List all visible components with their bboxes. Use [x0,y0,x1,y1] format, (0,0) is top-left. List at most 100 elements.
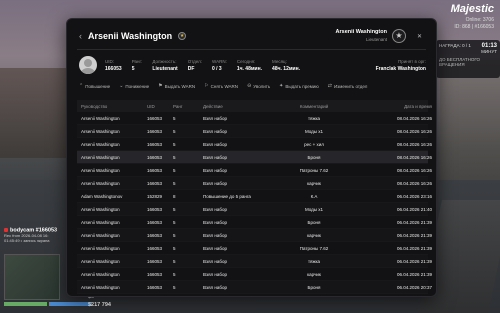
cell-leader: Arsenii Washington [81,245,120,251]
online-count: Online: 3706 [465,17,494,23]
cell-leader: Arsenii Washington [81,232,120,238]
cell-datetime: 08.04.2026 16:26 [396,115,432,121]
health-bar [4,302,47,306]
chevron-left-icon[interactable]: ‹ [79,31,82,41]
cell-rank: 5 [173,128,176,134]
cell-rank: 5 [173,141,176,147]
cell-comment: тяжка [307,115,321,121]
cell-uid: 166053 [147,128,163,134]
field-uid: UID: 166053 [105,58,122,72]
cell-rank: 5 [173,154,176,160]
table-row[interactable]: Arsenii Washington 166053 5 Взял набор карчи… [77,268,432,281]
table-row[interactable]: Arsenii Washington 166053 5 Взял набор Патро… [77,242,432,255]
cell-datetime: 06.04.2026 21:39 [396,219,432,225]
table-row[interactable]: Arsenii Washington 166053 5 Взял набор Моды … [77,125,432,138]
col-uid: UID [147,103,155,109]
table-row[interactable]: Arsenii Washington 166053 5 Взял набор Броня… [77,216,432,229]
current-user-name: Arsenii Washington [335,29,387,35]
cell-uid: 166053 [147,206,163,212]
cell-datetime: 08.04.2026 16:26 [396,154,432,160]
online-info: Online: 3706 ID: 868 | #166053 [454,17,494,31]
player-id: ID: 868 | #166053 [454,24,494,30]
background-building [0,68,70,158]
cell-leader: Arsenii Washington [81,219,120,225]
cell-action: Взял набор [203,154,227,160]
cell-comment: К.А [310,193,318,199]
award-label: НАГРАДА: 0 / 1 [439,43,471,48]
close-icon[interactable]: ✕ [417,33,422,40]
cell-comment: карчик [307,271,321,277]
table-row[interactable]: Arsenii Washington 166053 5 Взял набор Броня… [77,151,432,164]
cell-action: Взял набор [203,180,227,186]
remove-warn-button[interactable]: ⚐ Снять WARN [204,83,238,89]
action-log-table: Руководство UID Ранг Действие Комментари… [77,100,432,294]
cell-uid: 166053 [147,232,163,238]
table-row[interactable]: Adam Washingtonov 152829 8 Повышение до 5 р… [77,190,432,203]
change-department-button[interactable]: ⇄ Изменить отдел [328,83,368,89]
warn-icon: ⚑ [158,83,163,89]
cell-comment: Броня [307,219,321,225]
action-bar: ⌃ Повышение ⌄ Понижение ⚑ Выдать WARN ⚐ Снят… [79,83,367,89]
table-row[interactable]: Arsenii Washington 166053 5 Взял набор карчи… [77,177,432,190]
free-spin-panel: НАГРАДА: 0 / 1 01:13 МИНУТ ДО БЕСПЛАТНОГ… [436,40,500,78]
cell-rank: 5 [173,206,176,212]
cell-comment: рес + хил [304,141,324,147]
give-bonus-button[interactable]: ✦ Выдать премию [279,83,319,89]
field-today: Сегодня: 1ч. 48мин. [236,58,263,72]
cell-uid: 152829 [147,193,163,199]
table-row[interactable]: Arsenii Washington 166053 5 Взял набор тяжка… [77,255,432,268]
table-row[interactable]: Arsenii Washington 166053 5 Взял набор Моды … [77,203,432,216]
cell-datetime: 06.04.2026 21:39 [396,245,432,251]
member-name: Arsenii Washington [88,31,173,41]
cell-rank: 5 [173,167,176,173]
fire-icon: ⊖ [247,83,252,89]
cell-uid: 166053 [147,141,163,147]
department-icon: ⇄ [327,83,332,89]
table-row[interactable]: Arsenii Washington 166053 5 Взял набор Броня… [77,281,432,294]
cell-action: Взял набор [203,219,227,225]
member-info-row: UID: 166053 Ранг: 5 Должность: Lieutenant О… [79,53,426,77]
table-row[interactable]: Arsenii Washington 166053 5 Взял набор рес +… [77,138,432,151]
cell-action: Взял набор [203,284,227,290]
cell-uid: 166053 [147,284,163,290]
medal-icon: ★ [178,32,187,40]
minimap [4,254,60,300]
cell-comment: Броня [307,154,321,160]
table-body: Arsenii Washington 166053 5 Взял набор тяжка… [77,112,432,294]
current-user-rank: Lieutenant [365,37,387,42]
table-row[interactable]: Arsenii Washington 166053 5 Взял набор Патро… [77,164,432,177]
cell-leader: Arsenii Washington [81,154,120,160]
cell-uid: 166053 [147,271,163,277]
up-arrow-icon: ⌃ [79,83,84,89]
cell-action: Взял набор [203,271,227,277]
member-profile-panel: ‹ Arsenii Washington ★ Arsenii Washingto… [66,18,437,297]
cell-leader: Arsenii Washington [81,115,120,121]
spin-label: ДО БЕСПЛАТНОГО ВРАЩЕНИЯ [439,57,481,67]
promote-button[interactable]: ⌃ Повышение [79,83,110,89]
cell-leader: Arsenii Washington [81,284,120,290]
give-warn-button[interactable]: ⚑ Выдать WARN [158,83,195,89]
cell-rank: 5 [173,232,176,238]
cell-leader: Arsenii Washington [81,206,120,212]
bodycam-overlay: bodycam #166053 Rec from 2026-04-08 16: … [4,228,60,252]
cell-leader: Arsenii Washington [81,180,120,186]
table-header: Руководство UID Ранг Действие Комментари… [77,100,432,112]
cell-uid: 166053 [147,154,163,160]
table-row[interactable]: Arsenii Washington 166053 5 Взял набор тяжка… [77,112,432,125]
cell-action: Взял набор [203,232,227,238]
header-divider [77,49,426,50]
cell-leader: Arsenii Washington [81,141,120,147]
cell-action: Взял набор [203,128,227,134]
demote-button[interactable]: ⌄ Понижение [119,83,149,89]
cell-datetime: 08.04.2026 16:26 [396,128,432,134]
cell-datetime: 06.04.2026 21:40 [396,206,432,212]
cell-rank: 5 [173,115,176,121]
fire-button[interactable]: ⊖ Уволить [247,83,270,89]
down-arrow-icon: ⌄ [119,83,124,89]
panel-header: ‹ Arsenii Washington ★ [79,31,187,41]
field-rank: Ранг: 5 [131,58,143,72]
cell-action: Взял набор [203,115,227,121]
table-row[interactable]: Arsenii Washington 166053 5 Взял набор карчи… [77,229,432,242]
cell-uid: 166053 [147,115,163,121]
cell-uid: 166053 [147,258,163,264]
